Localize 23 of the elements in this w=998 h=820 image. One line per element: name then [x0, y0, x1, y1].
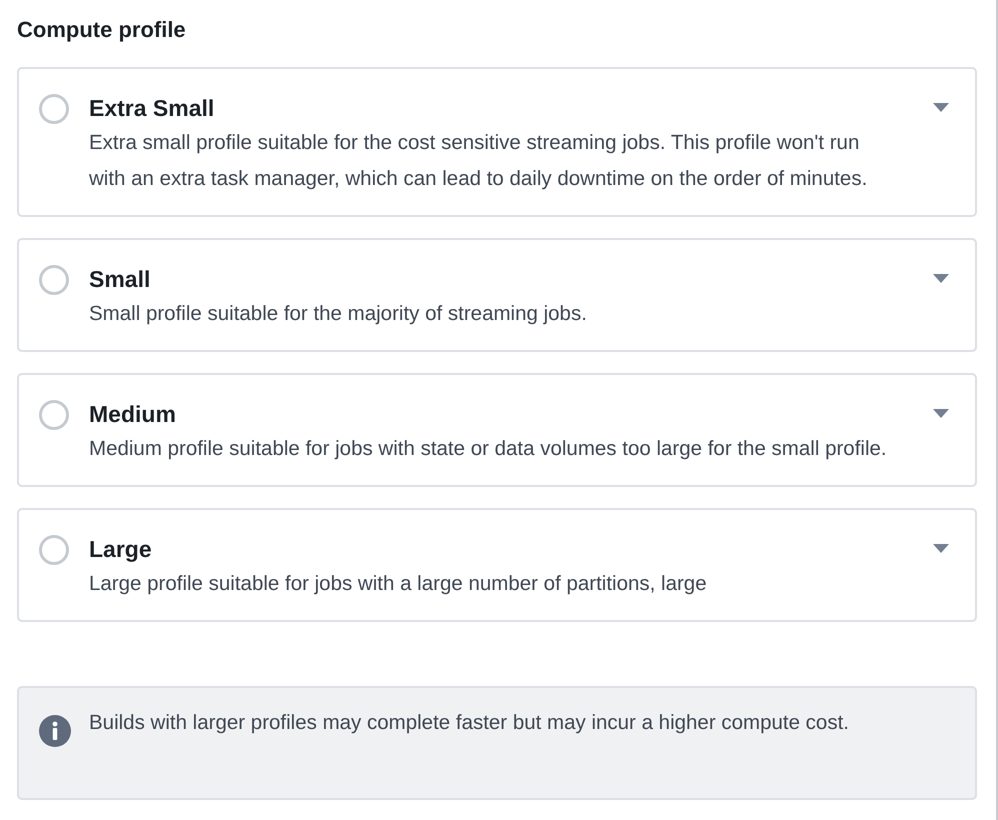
profile-name: Medium: [89, 400, 177, 429]
caret-icon[interactable]: [933, 544, 949, 554]
profile-description: Extra small profile suitable for the cost sensitive streaming jobs. This profile won't run with an extra task manager, which can lead to daily downtime on the order of minutes.: [89, 130, 868, 192]
profile-name: Extra Small: [89, 94, 216, 123]
radio-button[interactable]: [39, 94, 69, 124]
radio-button[interactable]: [39, 400, 69, 430]
profile-card[interactable]: Small Small profile suitable for the majority of streaming jobs.: [17, 238, 977, 352]
info-icon: [39, 715, 71, 747]
profile-description: Medium profile suitable for jobs with state or data volumes too large for the small profile.: [89, 436, 888, 462]
profile-description: Small profile suitable for the majority of streaming jobs.: [89, 301, 588, 327]
radio-button[interactable]: [39, 535, 69, 565]
info-text: Builds with larger profiles may complete faster but may incur a higher compute cost.: [89, 710, 849, 736]
caret-icon[interactable]: [933, 103, 949, 113]
profile-name: Small: [89, 265, 152, 294]
profile-description: Large profile suitable for jobs with a large number of partitions, large: [89, 571, 708, 597]
profile-card[interactable]: Extra Small Extra small profile suitable for the cost sensitive streaming jobs. This profile won't run with an extra task manager, which can lead to daily downtime on the order of minutes.: [17, 67, 977, 217]
profile-card[interactable]: Large Large profile suitable for jobs with a large number of partitions, large: [17, 508, 977, 622]
profile-name: Large: [89, 535, 153, 564]
section-title: Compute profile: [17, 16, 187, 44]
radio-button[interactable]: [39, 265, 69, 295]
caret-icon[interactable]: [933, 274, 949, 284]
caret-icon[interactable]: [933, 409, 949, 419]
profile-card[interactable]: Medium Medium profile suitable for jobs with state or data volumes too large for the small profile.: [17, 373, 977, 487]
